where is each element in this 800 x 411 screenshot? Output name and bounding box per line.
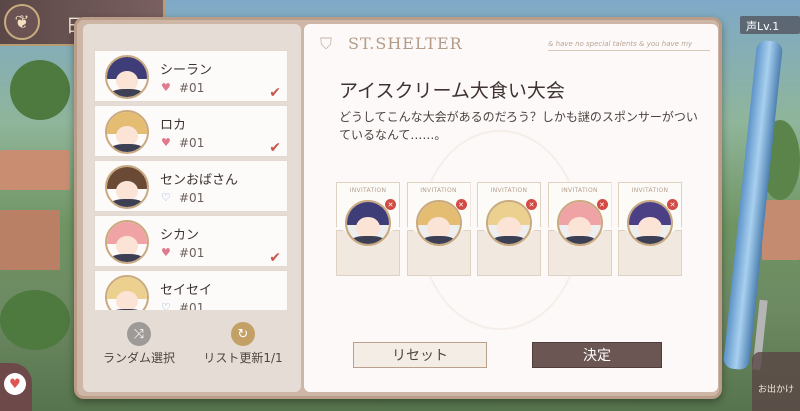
reset-button[interactable]: リセット: [353, 342, 487, 368]
background-tree: [0, 290, 70, 350]
background-building: [762, 200, 800, 260]
invitation-card[interactable]: INVITATION ✕: [336, 182, 400, 276]
character-avatar: [105, 110, 149, 154]
background-tree: [10, 60, 70, 120]
character-avatar: [105, 220, 149, 264]
invitation-card[interactable]: INVITATION ✕: [547, 182, 612, 276]
random-select-label: ランダム選択: [103, 351, 176, 365]
heart-icon: ♥: [4, 373, 26, 395]
brand-title: ST.SHELTER: [348, 34, 463, 53]
character-name: シーラン: [160, 63, 213, 78]
character-name: シカン: [160, 228, 200, 243]
character-card[interactable]: シカン ♥ #01 ✔: [94, 215, 288, 267]
invited-character-avatar: [556, 200, 603, 246]
affinity-rank: #01: [179, 81, 205, 95]
back-button[interactable]: ❦: [4, 4, 40, 40]
brand-tagline: & have no special talents & you have my: [548, 40, 693, 48]
go-out-button[interactable]: お出かけ: [752, 352, 800, 411]
butterfly-icon: ❦: [14, 11, 30, 33]
voice-level-badge: 声Lv.1: [740, 16, 800, 34]
remove-icon[interactable]: ✕: [596, 199, 608, 210]
refresh-icon: ↻: [231, 322, 255, 346]
go-out-label: お出かけ: [757, 385, 794, 395]
heart-icon: ♥: [161, 246, 171, 259]
background-building: [0, 210, 60, 270]
heart-icon: ♡: [161, 301, 171, 310]
character-avatar: [105, 275, 149, 310]
invitation-card[interactable]: INVITATION ✕: [618, 182, 682, 276]
character-avatar: [105, 55, 149, 99]
invitation-card[interactable]: INVITATION ✕: [477, 182, 541, 276]
heart-icon: ♡: [161, 191, 171, 204]
invited-character-avatar: [627, 200, 673, 246]
refresh-list-label: リスト更新1/1: [203, 351, 283, 365]
shield-crest-icon: ⛉: [320, 34, 333, 53]
invitation-label: INVITATION: [631, 187, 669, 194]
event-description: どうしてこんな大会があるのだろう？しかも謎のスポンサーがついているなんて……。: [339, 110, 698, 142]
favorite-button[interactable]: ♥: [0, 363, 32, 411]
affinity-rank: #01: [179, 191, 205, 205]
invitation-label: INVITATION: [490, 187, 528, 194]
affinity-rank: #01: [179, 136, 205, 150]
refresh-list-button[interactable]: ↻ リスト更新1/1: [198, 322, 288, 366]
character-list[interactable]: シーラン ♥ #01 ✔ ロカ ♥ #01 ✔ センおばさん ♡ #01 シカン ♥ #01 ✔ セイセイ ♡ #…: [94, 50, 288, 310]
remove-icon[interactable]: ✕: [667, 199, 678, 210]
invited-character-avatar: [415, 200, 462, 246]
character-card[interactable]: セイセイ ♡ #01: [94, 270, 288, 310]
invited-character-avatar: [345, 200, 391, 246]
remove-icon[interactable]: ✕: [455, 199, 467, 210]
affinity-rank: #01: [179, 246, 205, 260]
check-icon: ✔: [269, 85, 281, 101]
affinity-rank: #01: [179, 301, 205, 310]
random-select-button[interactable]: ⤨ ランダム選択: [103, 322, 175, 366]
event-title: アイスクリーム大食い大会: [339, 80, 565, 102]
character-card[interactable]: センおばさん ♡ #01: [94, 160, 288, 212]
character-card[interactable]: シーラン ♥ #01 ✔: [94, 50, 288, 102]
heart-icon: ♥: [161, 81, 171, 94]
shuffle-icon: ⤨: [127, 322, 151, 346]
remove-icon[interactable]: ✕: [526, 199, 537, 210]
character-name: センおばさん: [160, 173, 239, 188]
heart-icon: ♥: [161, 136, 171, 149]
invited-character-avatar: [486, 200, 532, 246]
divider: [548, 50, 710, 51]
character-name: ロカ: [160, 118, 187, 133]
invitation-card[interactable]: INVITATION ✕: [406, 182, 471, 276]
background-building: [0, 150, 70, 190]
invitation-label: INVITATION: [349, 187, 387, 194]
check-icon: ✔: [269, 250, 281, 266]
character-card[interactable]: ロカ ♥ #01 ✔: [94, 105, 288, 157]
character-name: セイセイ: [160, 283, 213, 298]
invitation-label: INVITATION: [561, 187, 598, 194]
check-icon: ✔: [269, 140, 281, 156]
remove-icon[interactable]: ✕: [385, 199, 396, 210]
invitation-label: INVITATION: [420, 187, 457, 194]
confirm-button[interactable]: 決定: [532, 342, 662, 368]
character-avatar: [105, 165, 149, 209]
